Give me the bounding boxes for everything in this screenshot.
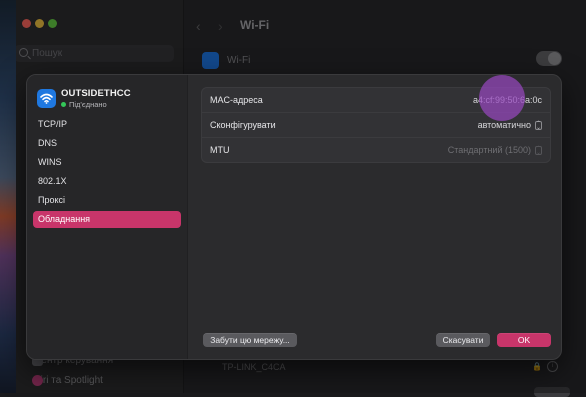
network-header: OUTSIDETHCC Під'єднано (37, 87, 182, 111)
cancel-button[interactable]: Скасувати (436, 333, 490, 347)
category-802-1x[interactable]: 802.1X (33, 173, 181, 190)
category-hardware[interactable]: Обладнання (33, 211, 181, 228)
touch-indicator (479, 75, 525, 121)
category-proxies[interactable]: Проксі (33, 192, 181, 209)
ok-button[interactable]: OK (497, 333, 551, 347)
mtu-label: MTU (210, 145, 230, 155)
connected-dot-icon (61, 102, 66, 107)
forget-network-button[interactable]: Забути цю мережу... (203, 333, 297, 347)
configure-label: Сконфігурувати (210, 120, 276, 130)
mtu-value: Стандартний (1500) (447, 145, 531, 155)
category-dns[interactable]: DNS (33, 135, 181, 152)
category-tcp-ip[interactable]: TCP/IP (33, 116, 181, 133)
mtu-row: MTU Стандартний (1500) ⌃ ⌄ (202, 138, 550, 162)
mtu-popup[interactable]: Стандартний (1500) ⌃ ⌄ (448, 138, 542, 162)
connection-status-text: Під'єднано (69, 100, 107, 109)
sheet-button-bar: Забути цю мережу... Скасувати OK (27, 328, 561, 359)
network-details-sheet: OUTSIDETHCC Під'єднано TCP/IP DNS WINS 8… (26, 74, 562, 360)
configure-value: автоматично (477, 120, 531, 130)
network-name: OUTSIDETHCC (61, 88, 131, 99)
popup-stepper-icon: ⌃ ⌄ (535, 146, 542, 157)
sheet-sidebar: OUTSIDETHCC Під'єднано TCP/IP DNS WINS 8… (27, 75, 188, 359)
settings-category-list: TCP/IP DNS WINS 802.1X Проксі Обладнання (33, 116, 181, 230)
popup-stepper-icon: ⌃ ⌄ (535, 121, 542, 132)
category-wins[interactable]: WINS (33, 154, 181, 171)
connection-status: Під'єднано (61, 100, 107, 109)
wifi-icon (37, 89, 56, 108)
mac-address-label: MAC-адреса (210, 95, 263, 105)
